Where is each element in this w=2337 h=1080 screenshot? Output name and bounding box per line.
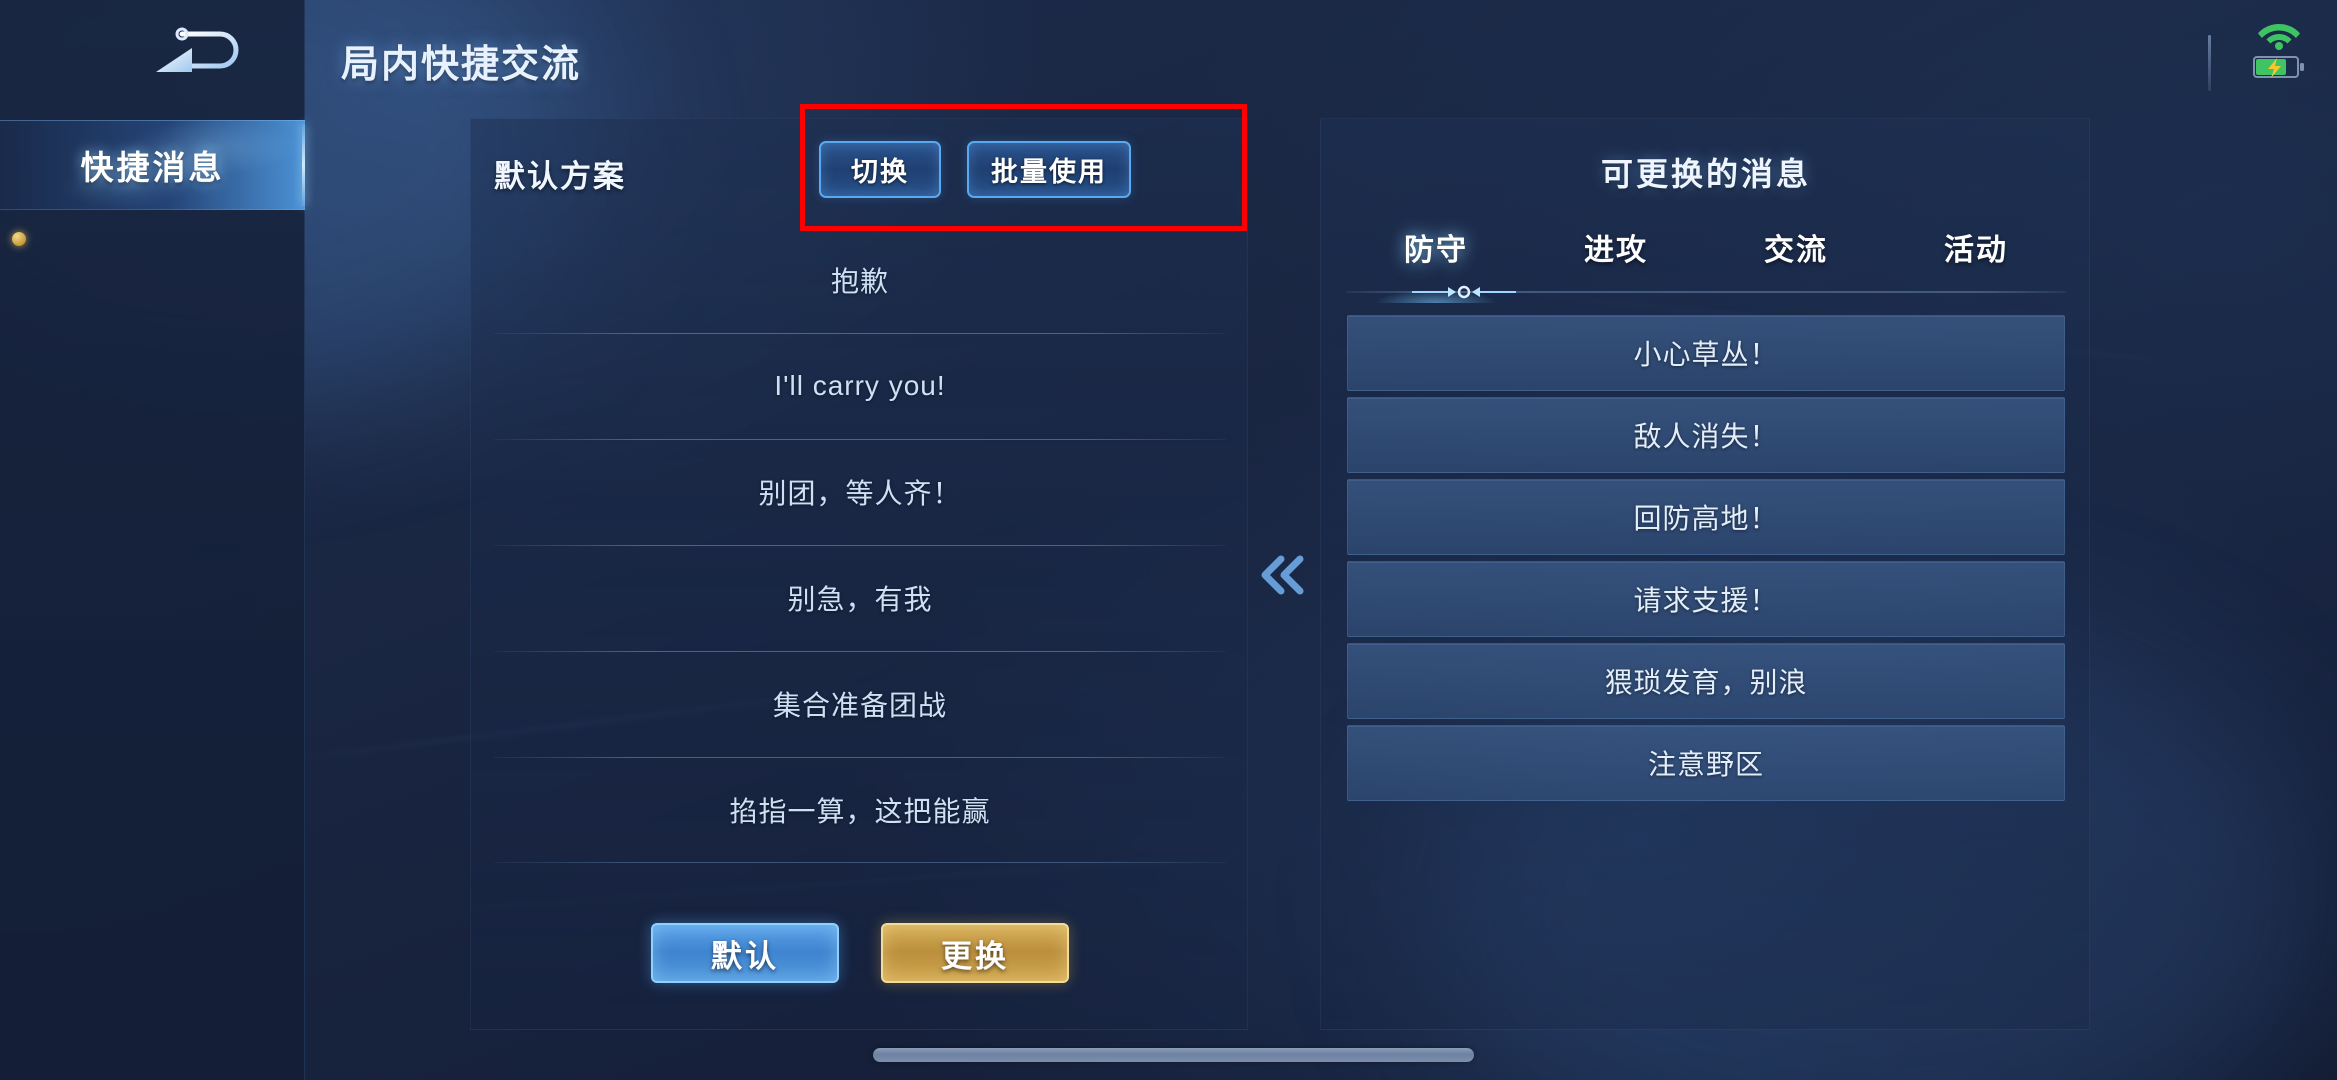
message-text: 猥琐发育，别浪 [1604, 667, 1808, 698]
list-item[interactable]: 注意野区 [1347, 725, 2065, 801]
replace-button-label: 更换 [941, 938, 1009, 974]
list-item[interactable]: 别团，等人齐！ [494, 439, 1226, 545]
collapse-panel-button[interactable] [1248, 540, 1318, 610]
replaceable-message-list: 小心草丛！ 敌人消失！ 回防高地！ 请求支援！ 猥琐发育，别浪 注意野区 [1347, 315, 2065, 807]
default-scheme-panel: 默认方案 切换 批量使用 抱歉 I'll carry you! 别团，等人齐！ [470, 118, 1248, 1030]
message-text: 回防高地！ [1633, 503, 1779, 534]
list-item[interactable]: 回防高地！ [1347, 479, 2065, 555]
default-message-list: 抱歉 I'll carry you! 别团，等人齐！ 别急，有我 集合准备团战 … [494, 227, 1226, 863]
tab-defense[interactable]: 防守 [1346, 225, 1526, 269]
tab-label: 防守 [1404, 234, 1468, 267]
list-item[interactable]: 抱歉 [494, 227, 1226, 333]
message-text: 请求支援！ [1633, 585, 1779, 616]
left-panel-header: 默认方案 切换 批量使用 [471, 119, 1247, 227]
list-item[interactable]: 请求支援！ [1347, 561, 2065, 637]
message-text: I'll carry you! [774, 370, 946, 401]
message-text: 集合准备团战 [772, 690, 947, 721]
list-item[interactable]: I'll carry you! [494, 333, 1226, 439]
tab-communication[interactable]: 交流 [1706, 225, 1886, 269]
switch-button[interactable]: 切换 [819, 141, 941, 198]
bottom-scrollbar[interactable] [873, 1048, 1474, 1062]
tab-marker-icon [1412, 285, 1516, 299]
sidebar-nav: 快捷消息 [0, 120, 305, 210]
status-icons [2208, 18, 2305, 91]
tab-activity[interactable]: 活动 [1886, 225, 2066, 269]
sidebar-indicator-dot [12, 232, 26, 246]
message-text: 敌人消失！ [1633, 421, 1779, 452]
message-text: 别团，等人齐！ [758, 478, 962, 509]
message-text: 注意野区 [1647, 749, 1764, 780]
tab-label: 交流 [1764, 234, 1828, 267]
scheme-name-label: 默认方案 [494, 159, 626, 194]
replaceable-messages-panel: 可更换的消息 防守 进攻 交流 活动 小心草丛！ 敌人消失！ 回防高地！ 请求支… [1320, 118, 2090, 1030]
message-text: 掐指一算，这把能赢 [729, 796, 991, 827]
active-tab-marker [1408, 284, 1520, 300]
batch-use-button[interactable]: 批量使用 [967, 141, 1131, 198]
chevron-double-left-icon [1261, 555, 1304, 595]
message-text: 抱歉 [830, 266, 889, 297]
list-item[interactable]: 掐指一算，这把能赢 [494, 757, 1226, 863]
list-item[interactable]: 敌人消失！ [1347, 397, 2065, 473]
message-text: 小心草丛！ [1633, 339, 1779, 370]
default-button-label: 默认 [711, 938, 779, 974]
message-text: 别急，有我 [787, 584, 933, 615]
switch-button-label: 切换 [851, 157, 909, 187]
header-actions: 切换 批量使用 [819, 141, 1131, 198]
list-item[interactable]: 别急，有我 [494, 545, 1226, 651]
back-button[interactable] [146, 14, 256, 86]
battery-charging-icon [2253, 56, 2304, 78]
default-button[interactable]: 默认 [651, 923, 839, 983]
sidebar-item-quick-message[interactable]: 快捷消息 [0, 120, 305, 210]
list-item[interactable]: 猥琐发育，别浪 [1347, 643, 2065, 719]
batch-use-button-label: 批量使用 [991, 157, 1107, 187]
category-tabs: 防守 进攻 交流 活动 [1346, 211, 2066, 283]
page-title: 局内快捷交流 [341, 44, 582, 86]
tab-label: 活动 [1944, 234, 2008, 267]
tab-label: 进攻 [1584, 234, 1648, 267]
list-item[interactable]: 集合准备团战 [494, 651, 1226, 757]
list-item[interactable]: 小心草丛！ [1347, 315, 2065, 391]
signal-tick-mark [2208, 35, 2211, 91]
replace-button[interactable]: 更换 [881, 923, 1069, 983]
sidebar: 快捷消息 [0, 0, 305, 1080]
return-arrow-icon [156, 27, 239, 72]
game-screen: 快捷消息 局内快捷交流 默认方案 切换 批量使用 抱歉 I'll carry y… [0, 0, 2337, 1080]
left-panel-footer: 默认 更换 [471, 923, 1249, 983]
sidebar-item-label: 快捷消息 [80, 149, 225, 186]
right-panel-title: 可更换的消息 [1600, 156, 1811, 192]
tab-attack[interactable]: 进攻 [1526, 225, 1706, 269]
wifi-icon [2258, 24, 2300, 50]
